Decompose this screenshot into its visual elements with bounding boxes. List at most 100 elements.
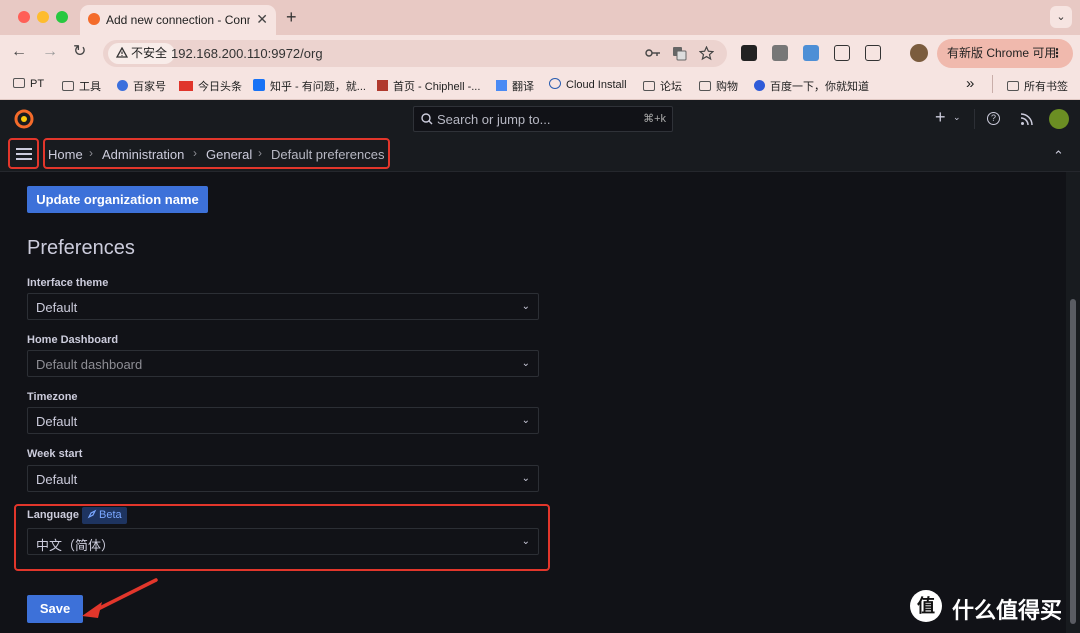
insecure-label: 不安全	[131, 46, 168, 60]
interface-theme-select[interactable]: Default ⌄	[27, 293, 539, 320]
language-select[interactable]: 中文（简体） ⌄	[27, 528, 539, 555]
search-icon	[421, 113, 433, 125]
page-scrollbar[interactable]	[1066, 172, 1080, 633]
language-label: Language	[27, 509, 79, 521]
update-chrome-button[interactable]: 有新版 Chrome 可用 ⋮	[937, 39, 1073, 68]
warning-icon	[115, 46, 129, 58]
folder-icon	[13, 78, 25, 88]
bookmark-item[interactable]: Cloud Install	[549, 78, 627, 91]
menu-hamburger-icon[interactable]	[15, 147, 33, 161]
extension-icon[interactable]	[803, 45, 819, 61]
baijiahao-icon	[117, 80, 128, 91]
bookmark-item[interactable]: 百家号	[117, 78, 166, 94]
translate-icon[interactable]	[672, 46, 687, 61]
browser-toolbar: ← → ↻ 不安全 192.168.200.110:9972/org 有新版 C…	[0, 35, 1080, 71]
extensions-puzzle-icon[interactable]	[865, 45, 881, 61]
week-start-select[interactable]: Default ⌄	[27, 465, 539, 492]
annotation-arrow-icon	[82, 578, 158, 618]
user-avatar[interactable]	[1049, 109, 1069, 129]
extension-icon[interactable]	[834, 45, 850, 61]
new-button[interactable]: +	[935, 107, 946, 128]
home-dashboard-select[interactable]: Default dashboard ⌄	[27, 350, 539, 377]
address-bar[interactable]: 不安全 192.168.200.110:9972/org	[103, 40, 727, 67]
select-value: Default	[36, 472, 78, 487]
bookmark-item[interactable]: 知乎 - 有问题，就...	[253, 78, 366, 94]
search-placeholder: Search or jump to...	[437, 112, 551, 127]
forward-button[interactable]: →	[42, 43, 58, 61]
scrollbar-thumb[interactable]	[1070, 299, 1076, 624]
bookmark-label: 今日头条	[198, 81, 242, 93]
bookmark-item[interactable]: PT	[13, 78, 44, 90]
breadcrumb-home[interactable]: Home	[48, 147, 83, 162]
breadcrumb-separator: ›	[193, 146, 197, 160]
browser-tab[interactable]: Add new connection - Connections ✕	[80, 5, 276, 35]
bookmark-item[interactable]: 首页 - Chiphell -...	[377, 78, 480, 94]
help-icon[interactable]: ?	[987, 112, 1000, 125]
update-organization-name-button[interactable]: Update organization name	[27, 186, 208, 213]
profile-avatar[interactable]	[910, 44, 928, 62]
select-value: 中文（简体）	[36, 538, 115, 553]
url-text[interactable]: 192.168.200.110:9972/org	[171, 46, 323, 61]
minimize-window-button[interactable]	[37, 11, 49, 23]
bookmark-item[interactable]: 工具	[62, 78, 101, 94]
bookmark-label: 工具	[79, 81, 101, 93]
maximize-window-button[interactable]	[56, 11, 68, 23]
bookmark-item[interactable]: 论坛	[643, 78, 682, 94]
browser-menu-icon[interactable]: ⋮	[1051, 39, 1063, 68]
folder-icon	[62, 81, 74, 91]
week-start-label: Week start	[27, 448, 83, 460]
extension-icon[interactable]	[741, 45, 757, 61]
extension-icon[interactable]	[772, 45, 788, 61]
tab-search-button[interactable]: ⌄	[1050, 6, 1072, 28]
tab-close-icon[interactable]: ✕	[256, 11, 268, 28]
watermark-text: 什么值得买	[952, 598, 1063, 623]
grafana-top-bar: Search or jump to... ⌘+k + ⌄ ?	[0, 100, 1080, 139]
grafana-logo-icon[interactable]	[14, 109, 34, 129]
grafana-favicon-icon	[88, 13, 100, 25]
timezone-select[interactable]: Default ⌄	[27, 407, 539, 434]
divider	[992, 75, 993, 93]
bookmark-label: 首页 - Chiphell -...	[393, 81, 481, 93]
chevron-down-icon: ⌄	[521, 536, 530, 547]
new-tab-button[interactable]: +	[286, 7, 297, 28]
main-content: Update organization name Preferences Int…	[0, 172, 1066, 633]
bookmark-label: 百家号	[133, 81, 166, 93]
search-input[interactable]: Search or jump to... ⌘+k	[413, 106, 673, 132]
baidu-icon	[754, 80, 765, 91]
bookmarks-overflow-button[interactable]: »	[966, 75, 974, 92]
section-title: Preferences	[27, 237, 135, 259]
bookmark-label: 百度一下，你就知道	[770, 81, 869, 93]
save-button[interactable]: Save	[27, 595, 83, 623]
site-info-chip[interactable]: 不安全	[108, 43, 176, 64]
password-key-icon[interactable]	[645, 47, 661, 59]
close-window-button[interactable]	[18, 11, 30, 23]
breadcrumb-administration[interactable]: Administration	[102, 147, 184, 162]
bookmark-star-icon[interactable]	[699, 46, 714, 61]
back-button[interactable]: ←	[11, 43, 27, 61]
bookmark-label: PT	[30, 78, 45, 90]
breadcrumb-default-preferences: Default preferences	[271, 147, 385, 162]
bookmark-item[interactable]: 翻译	[496, 78, 534, 94]
smzdm-logo: 值	[910, 590, 942, 622]
bookmark-label: 知乎 - 有问题，就...	[270, 81, 366, 93]
update-chrome-label: 有新版 Chrome 可用	[947, 46, 1057, 60]
bookmark-item[interactable]: 百度一下，你就知道	[754, 78, 869, 94]
select-placeholder: Default dashboard	[36, 357, 143, 372]
chiphell-icon	[377, 80, 388, 91]
beta-label: Beta	[99, 509, 122, 521]
folder-icon	[643, 81, 655, 91]
collapse-chevron-icon[interactable]: ⌃	[1053, 148, 1064, 164]
select-value: Default	[36, 300, 78, 315]
interface-theme-label: Interface theme	[27, 277, 109, 289]
reload-button[interactable]: ↻	[73, 43, 86, 61]
cloud-icon	[549, 78, 561, 89]
all-bookmarks-button[interactable]: 所有书签	[1007, 78, 1068, 94]
bookmark-item[interactable]: 今日头条	[179, 78, 242, 94]
breadcrumb-separator: ›	[89, 146, 93, 160]
beta-badge: Beta	[82, 507, 127, 524]
browser-title-bar: Add new connection - Connections ✕ + ⌄	[0, 0, 1080, 35]
bookmark-item[interactable]: 购物	[699, 78, 738, 94]
news-feed-icon[interactable]	[1020, 112, 1034, 126]
chevron-down-icon: ⌄	[521, 358, 530, 369]
breadcrumb-general[interactable]: General	[206, 147, 252, 162]
